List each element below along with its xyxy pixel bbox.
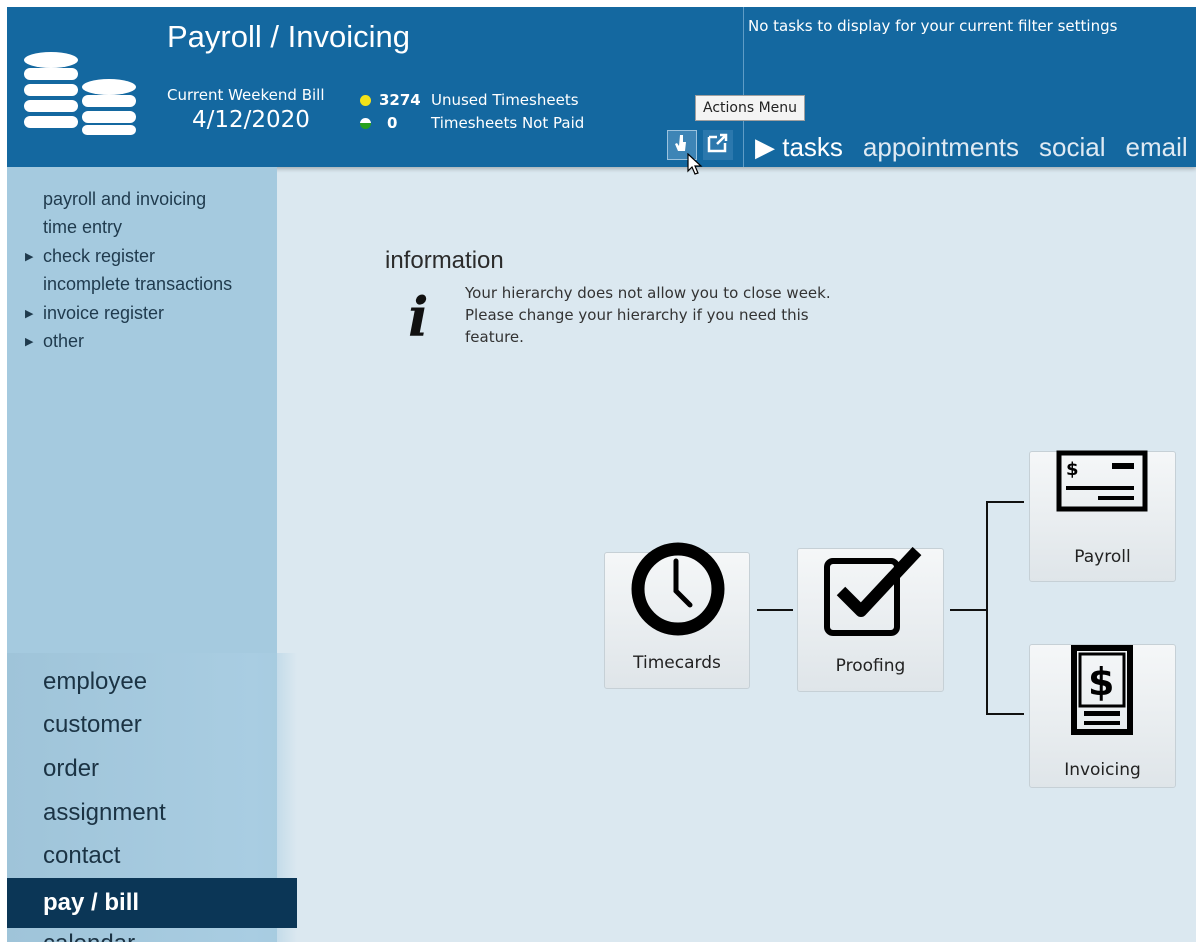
actions-menu-tooltip: Actions Menu	[695, 95, 806, 121]
unused-timesheets-label: Unused Timesheets	[431, 91, 579, 109]
proofing-label: Proofing	[835, 656, 906, 676]
entity-nav: employee customer order assignment conta…	[7, 653, 297, 942]
green-status-icon	[360, 117, 371, 129]
entity-calendar[interactable]: calendar	[43, 930, 135, 942]
external-link-icon	[707, 133, 729, 158]
payroll-button[interactable]: $ Payroll	[1029, 450, 1176, 582]
timesheets-not-paid-label: Timesheets Not Paid	[431, 114, 585, 132]
tab-tasks[interactable]: ▶ tasks	[755, 132, 843, 163]
unused-timesheets-stat[interactable]: 3274 Unused Timesheets	[360, 91, 579, 109]
connector-line	[986, 501, 988, 715]
checkbox-check-icon	[823, 546, 923, 644]
invoice-icon: $	[1070, 645, 1134, 740]
nav-tabs: ▶ tasks appointments social email	[755, 132, 1188, 163]
information-title: information	[385, 247, 504, 274]
no-tasks-message: No tasks to display for your current fil…	[748, 17, 1118, 35]
connector-line	[757, 609, 793, 611]
timecards-button[interactable]: Timecards	[604, 542, 750, 689]
expand-arrow-icon[interactable]: ▶	[25, 250, 43, 263]
sidebar-item-payroll-and-invoicing[interactable]: payroll and invoicing	[25, 185, 232, 214]
clock-icon	[630, 541, 726, 642]
tab-email[interactable]: email	[1126, 132, 1188, 163]
sidebar-item-other[interactable]: ▶ other	[25, 328, 232, 357]
sidebar-item-label: other	[43, 331, 85, 352]
header-divider	[743, 7, 744, 167]
svg-text:$: $	[1066, 459, 1079, 480]
sidebar-item-label: time entry	[43, 217, 123, 238]
sidebar-item-check-register[interactable]: ▶ check register	[25, 242, 232, 271]
expand-arrow-icon[interactable]: ▶	[25, 335, 43, 348]
entity-pay-bill[interactable]: pay / bill	[7, 878, 297, 928]
connector-line	[986, 501, 1024, 503]
sidebar-item-label: check register	[43, 245, 156, 266]
invoicing-button[interactable]: $ Invoicing	[1029, 644, 1176, 788]
sidebar-item-incomplete-transactions[interactable]: incomplete transactions	[25, 271, 232, 300]
entity-employee[interactable]: employee	[43, 668, 147, 696]
info-icon: i	[408, 285, 429, 349]
header: Payroll / Invoicing Current Weekend Bill…	[7, 7, 1196, 167]
sidebar-item-label: incomplete transactions	[43, 274, 233, 295]
coins-logo-icon	[21, 51, 139, 146]
current-bill-label: Current Weekend Bill	[167, 86, 325, 104]
tab-social[interactable]: social	[1039, 132, 1105, 163]
timesheets-not-paid-stat[interactable]: 0 Timesheets Not Paid	[360, 114, 584, 132]
tab-appointments[interactable]: appointments	[863, 132, 1019, 163]
sidebar-item-label: invoice register	[43, 302, 165, 323]
proofing-button[interactable]: Proofing	[797, 546, 944, 692]
unused-timesheets-count: 3274	[379, 91, 421, 109]
mouse-cursor-icon	[687, 152, 703, 182]
connector-line	[950, 609, 986, 611]
invoicing-label: Invoicing	[1064, 760, 1141, 780]
entity-assignment[interactable]: assignment	[43, 799, 166, 827]
svg-text:$: $	[1088, 660, 1114, 704]
expand-arrow-icon[interactable]: ▶	[25, 307, 43, 320]
entity-customer[interactable]: customer	[43, 711, 142, 739]
app-window: Payroll / Invoicing Current Weekend Bill…	[7, 7, 1196, 942]
connector-line	[986, 713, 1024, 715]
sidebar-menu: payroll and invoicing time entry ▶ check…	[25, 185, 232, 356]
sidebar-item-label: payroll and invoicing	[43, 188, 207, 209]
current-bill-date[interactable]: 4/12/2020	[192, 107, 310, 133]
sidebar-item-invoice-register[interactable]: ▶ invoice register	[25, 299, 232, 328]
timecards-label: Timecards	[633, 653, 721, 673]
entity-order[interactable]: order	[43, 755, 99, 783]
timesheets-not-paid-count: 0	[387, 114, 398, 132]
yellow-status-icon	[360, 94, 371, 106]
popout-button[interactable]	[703, 130, 733, 160]
payroll-label: Payroll	[1074, 547, 1131, 567]
information-message: Your hierarchy does not allow you to clo…	[465, 284, 831, 346]
entity-contact[interactable]: contact	[43, 842, 120, 870]
sidebar-item-time-entry[interactable]: time entry	[25, 214, 232, 243]
page-title: Payroll / Invoicing	[167, 19, 410, 54]
paycheck-icon: $	[1056, 450, 1148, 517]
sidebar: payroll and invoicing time entry ▶ check…	[7, 167, 297, 942]
